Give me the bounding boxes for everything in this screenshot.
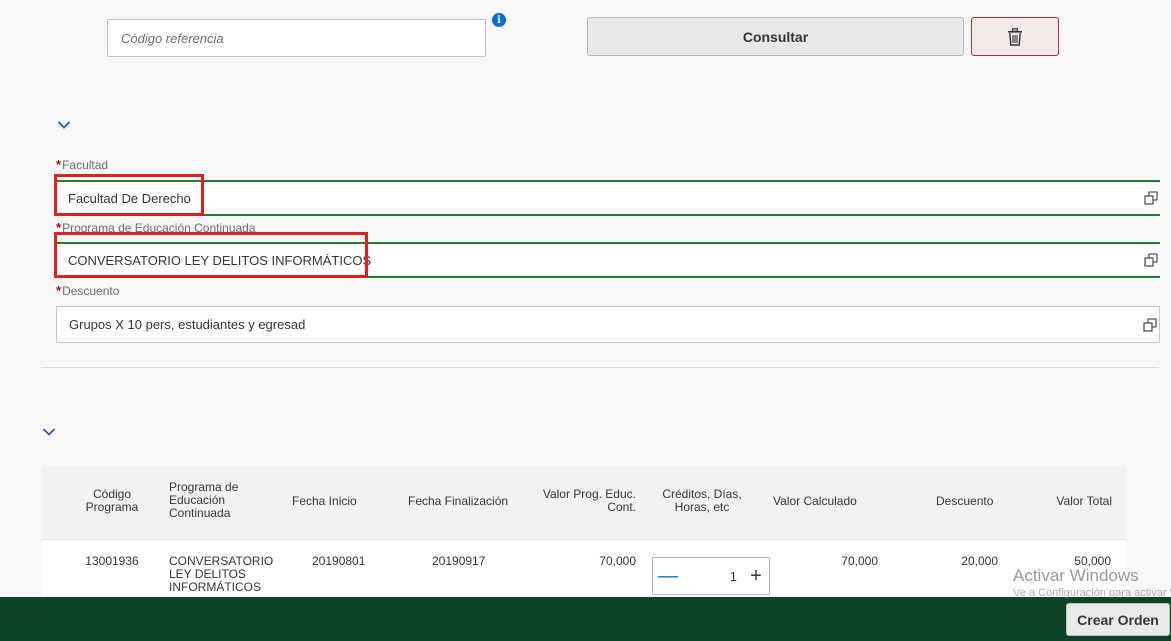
- header-fecha-fin: Fecha Finalización: [408, 494, 509, 508]
- header-fecha-inicio: Fecha Inicio: [292, 494, 357, 508]
- cell-valor-prog: 70,000: [599, 554, 636, 568]
- table-header: Código Programa Programa de Educación Co…: [42, 466, 1126, 540]
- descuento-value: Grupos X 10 pers, estudiantes y egresad: [69, 317, 306, 332]
- programa-label: *Programa de Educación Continuada: [56, 220, 256, 235]
- consultar-button[interactable]: Consultar: [587, 17, 964, 56]
- quantity-stepper[interactable]: — 1 +: [652, 557, 770, 595]
- header-creditos: Créditos, Días, Horas, etc: [662, 487, 742, 514]
- header-descuento: Descuento: [936, 494, 994, 508]
- chevron-down-icon[interactable]: [42, 427, 56, 437]
- chevron-down-icon[interactable]: [57, 120, 71, 130]
- crear-orden-button[interactable]: Crear Orden: [1066, 603, 1170, 636]
- header-valor-calc: Valor Calculado: [773, 494, 857, 508]
- header-valor-prog: Valor Prog. Educ. Cont.: [542, 487, 636, 514]
- programa-field[interactable]: CONVERSATORIO LEY DELITOS INFORMÁTICOS: [56, 242, 1160, 278]
- cell-valor-calc: 70,000: [841, 554, 878, 568]
- cell-codigo: 13001936: [85, 554, 139, 568]
- table-row[interactable]: 13001936 CONVERSATORIO LEY DELITOS INFOR…: [42, 540, 1126, 600]
- header-codigo: Código Programa: [85, 487, 139, 514]
- required-mark: *: [56, 283, 62, 298]
- trash-icon: [1008, 27, 1022, 46]
- decrement-button[interactable]: —: [653, 558, 683, 594]
- required-mark: *: [56, 220, 62, 235]
- descuento-label-text: Descuento: [62, 284, 120, 298]
- value-help-icon[interactable]: [1143, 317, 1157, 332]
- facultad-label-text: Facultad: [62, 158, 109, 172]
- cell-descuento: 20,000: [961, 554, 998, 568]
- descuento-field[interactable]: Grupos X 10 pers, estudiantes y egresad: [56, 306, 1160, 343]
- facultad-value: Facultad De Derecho: [68, 190, 191, 206]
- cell-programa: CONVERSATORIO LEY DELITOS INFORMÁTICOS: [169, 554, 274, 594]
- footer-bar: [0, 597, 1171, 641]
- cell-fecha-inicio: 20190801: [312, 554, 366, 568]
- header-valor-total: Valor Total: [1056, 494, 1112, 508]
- header-programa: Programa de Educación Continuada: [169, 480, 239, 520]
- facultad-field[interactable]: Facultad De Derecho: [56, 180, 1160, 216]
- programa-label-text: Programa de Educación Continuada: [62, 221, 256, 235]
- value-help-icon[interactable]: [1144, 253, 1158, 267]
- reference-code-input-wrapper[interactable]: [107, 19, 486, 57]
- programs-table: Código Programa Programa de Educación Co…: [42, 466, 1126, 600]
- programa-value: CONVERSATORIO LEY DELITOS INFORMÁTICOS: [68, 252, 372, 268]
- reference-code-input[interactable]: [121, 30, 472, 46]
- cell-fecha-fin: 20190917: [432, 554, 486, 568]
- facultad-label: *Facultad: [56, 157, 108, 172]
- windows-activation-subtitle: Ve a Configuración para activar Windows.: [1013, 587, 1171, 599]
- section-divider: [41, 367, 1159, 368]
- value-help-icon[interactable]: [1144, 191, 1158, 205]
- required-mark: *: [56, 157, 62, 172]
- windows-activation-watermark: Activar Windows: [1013, 566, 1139, 585]
- delete-button[interactable]: [971, 17, 1059, 56]
- quantity-value[interactable]: 1: [683, 569, 743, 584]
- info-icon[interactable]: i: [492, 13, 506, 27]
- increment-button[interactable]: +: [743, 558, 769, 594]
- descuento-label: *Descuento: [56, 283, 119, 298]
